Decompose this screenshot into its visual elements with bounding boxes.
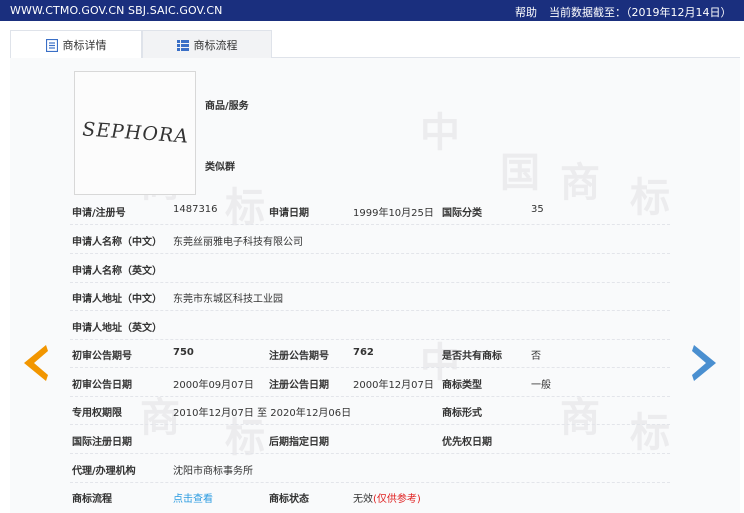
- help-link[interactable]: 帮助: [515, 4, 537, 20]
- address-en-label: 申请人地址（英文）: [72, 323, 162, 334]
- intl-class-label: 国际分类: [442, 208, 482, 219]
- later-date-label: 后期指定日期: [269, 437, 329, 448]
- chevron-right-icon: [692, 345, 716, 381]
- process-icon: [176, 39, 189, 51]
- tab-bar: 商标详情 商标流程: [10, 30, 740, 59]
- status-note: (仅供参考): [373, 494, 421, 505]
- row-divider: [70, 424, 670, 425]
- goods-services-label: 商品/服务: [205, 101, 249, 112]
- trademark-logo-text: SEPHORA: [79, 118, 191, 148]
- prelim-no-label: 初审公告期号: [72, 351, 132, 362]
- app-no-value: 1487316: [173, 204, 218, 215]
- applicant-en-label: 申请人名称（英文）: [72, 266, 162, 277]
- flow-label: 商标流程: [72, 494, 112, 505]
- reg-no-label: 注册公告期号: [269, 351, 329, 362]
- status-value: 无效(仅供参考): [353, 490, 421, 505]
- tab-trademark-process[interactable]: 商标流程: [142, 30, 272, 59]
- status-label: 商标状态: [269, 494, 309, 505]
- intl-class-value: 35: [531, 204, 544, 215]
- top-bar: WWW.CTMO.GOV.CN SBJ.SAIC.GOV.CN 帮助 当前数据截…: [0, 0, 744, 21]
- intl-reg-date-label: 国际注册日期: [72, 437, 132, 448]
- reg-date-label: 注册公告日期: [269, 380, 329, 391]
- app-date-value: 1999年10月25日: [353, 208, 434, 219]
- tab-label: 商标流程: [193, 39, 238, 52]
- row-divider: [70, 367, 670, 368]
- prelim-date-value: 2000年09月07日: [173, 380, 254, 391]
- applicant-cn-label: 申请人名称（中文）: [72, 237, 162, 248]
- reg-no-value: 762: [353, 347, 374, 358]
- period-value: 2010年12月07日 至 2020年12月06日: [173, 408, 352, 419]
- app-no-label: 申请/注册号: [72, 208, 126, 219]
- view-flow-link[interactable]: 点击查看: [173, 490, 213, 505]
- chevron-left-icon: [24, 345, 48, 381]
- address-cn-value: 东莞市东城区科技工业园: [173, 294, 283, 305]
- priority-date-label: 优先权日期: [442, 437, 492, 448]
- next-arrow-button[interactable]: [692, 345, 716, 384]
- shared-value: 否: [531, 351, 541, 362]
- prev-arrow-button[interactable]: [24, 345, 48, 384]
- form-label: 商标形式: [442, 408, 482, 419]
- row-divider: [70, 253, 670, 254]
- address-cn-label: 申请人地址（中文）: [72, 294, 162, 305]
- list-icon: [45, 38, 58, 52]
- data-date: 当前数据截至：（2019年12月14日）: [549, 6, 732, 19]
- row-divider: [70, 282, 670, 283]
- type-value: 一般: [531, 380, 551, 391]
- site-url: WWW.CTMO.GOV.CN SBJ.SAIC.GOV.CN: [10, 4, 223, 17]
- row-divider: [70, 482, 670, 483]
- prelim-no-value: 750: [173, 347, 194, 358]
- agent-value: 沈阳市商标事务所: [173, 466, 253, 477]
- status-text: 无效: [353, 494, 373, 505]
- trademark-image: SEPHORA: [74, 71, 196, 195]
- tab-trademark-details[interactable]: 商标详情: [10, 30, 142, 59]
- app-date-label: 申请日期: [269, 208, 309, 219]
- row-divider: [70, 396, 670, 397]
- shared-label: 是否共有商标: [442, 351, 502, 362]
- period-label: 专用权期限: [72, 408, 122, 419]
- reg-date-value: 2000年12月07日: [353, 380, 434, 391]
- prelim-date-label: 初审公告日期: [72, 380, 132, 391]
- applicant-cn-value: 东莞丝丽雅电子科技有限公司: [173, 237, 303, 248]
- similar-group-label: 类似群: [205, 162, 235, 173]
- row-divider: [70, 310, 670, 311]
- type-label: 商标类型: [442, 380, 482, 391]
- row-divider: [70, 339, 670, 340]
- tab-label: 商标详情: [62, 39, 107, 52]
- agent-label: 代理/办理机构: [72, 466, 136, 477]
- row-divider: [70, 224, 670, 225]
- row-divider: [70, 453, 670, 454]
